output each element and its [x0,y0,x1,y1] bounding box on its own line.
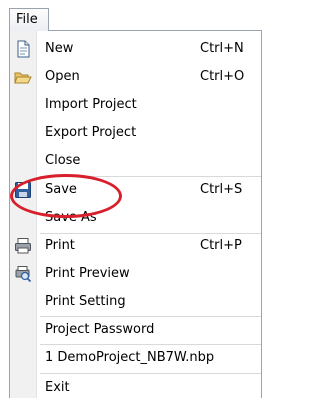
menu-item-open-shortcut: Ctrl+O [200,69,245,84]
menu-item-new-shortcut: Ctrl+N [200,41,244,56]
file-menu-label: File [16,12,38,27]
menu-item-print-shortcut: Ctrl+P [200,238,242,253]
menu-item-import-project-label: Import Project [45,97,137,112]
menu-item-print[interactable]: Print Ctrl+P [10,233,261,259]
menu-item-print-preview-label: Print Preview [45,266,130,281]
file-menu-tab[interactable]: File [9,8,49,31]
menu-item-exit-label: Exit [45,380,70,395]
menu-item-save-shortcut: Ctrl+S [200,182,243,197]
new-document-icon [17,40,30,58]
menu-bar: File [0,0,265,31]
menu-item-import-project[interactable]: Import Project [10,92,261,118]
menu-item-print-setting-label: Print Setting [45,294,126,309]
open-folder-icon [14,72,32,84]
menu-item-save-as[interactable]: Save As [10,205,261,231]
menu-item-new[interactable]: New Ctrl+N [10,36,261,62]
menu-item-recent-file[interactable]: 1 DemoProject_NB7W.nbp [10,345,261,371]
menu-item-print-setting[interactable]: Print Setting [10,289,261,315]
menu-item-save-as-label: Save As [45,210,97,225]
menu-item-save-label: Save [45,182,77,197]
menu-item-export-project[interactable]: Export Project [10,120,261,146]
file-menu-dropdown: New Ctrl+N Open Ctrl+O Import Project Ex… [9,30,262,398]
printer-icon [15,238,31,254]
menu-item-close-label: Close [45,153,81,168]
menu-separator [40,373,261,374]
menu-item-project-password[interactable]: Project Password [10,317,261,343]
menu-item-project-password-label: Project Password [45,322,155,337]
menu-item-export-project-label: Export Project [45,125,137,140]
menu-item-print-preview[interactable]: Print Preview [10,261,261,287]
menu-item-save[interactable]: Save Ctrl+S [10,177,261,203]
menu-item-exit[interactable]: Exit [10,375,261,398]
menu-item-open-label: Open [45,69,80,84]
floppy-disk-icon [15,182,31,198]
print-preview-icon [15,266,32,283]
menu-item-open[interactable]: Open Ctrl+O [10,64,261,90]
menu-item-print-label: Print [45,238,75,253]
menu-item-close[interactable]: Close [10,148,261,174]
menu-item-new-label: New [45,41,74,56]
menu-item-recent-file-label: 1 DemoProject_NB7W.nbp [45,350,215,365]
